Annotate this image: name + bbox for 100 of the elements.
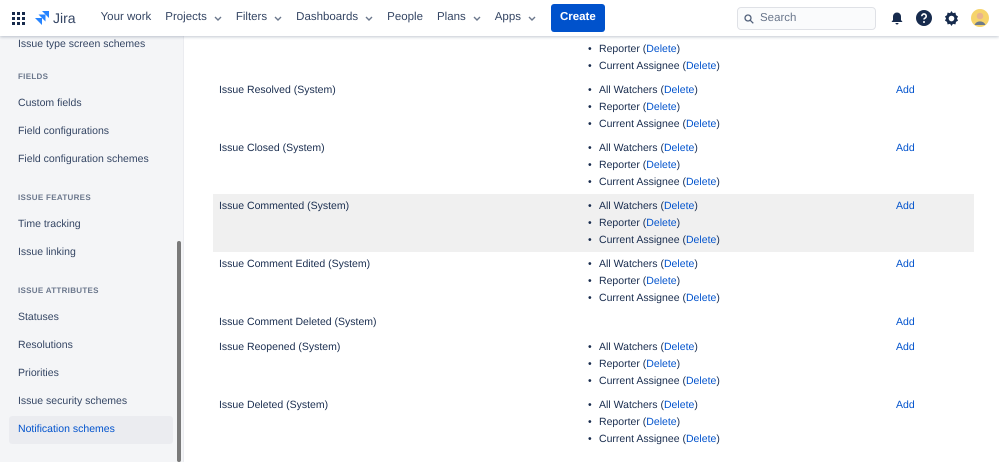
closing-parenthesis: ) xyxy=(694,340,698,355)
event-name: Issue Closed (System) xyxy=(219,142,325,154)
delete-link[interactable]: Delete xyxy=(646,215,677,232)
bullet: • xyxy=(588,340,593,355)
delete-link[interactable]: Delete xyxy=(686,431,716,448)
bullet: • xyxy=(588,141,593,156)
recipient-name: Current Assignee ( xyxy=(599,175,686,190)
bullet: • xyxy=(588,83,593,98)
recipient-name: All Watchers ( xyxy=(599,83,664,98)
delete-link[interactable]: Delete xyxy=(686,232,716,249)
add-link[interactable]: Add xyxy=(896,316,915,328)
product-name[interactable]: Jira xyxy=(53,8,76,28)
delete-link[interactable]: Delete xyxy=(646,157,677,174)
closing-parenthesis: ) xyxy=(676,216,680,231)
sidebar-item[interactable]: Time tracking xyxy=(9,211,173,239)
nav-menu-item[interactable]: Projects xyxy=(158,9,229,27)
add-link[interactable]: Add xyxy=(896,341,915,353)
delete-link[interactable]: Delete xyxy=(686,58,716,75)
bullet: • xyxy=(588,42,593,57)
recipient-name: Reporter ( xyxy=(599,415,646,430)
bullet: • xyxy=(588,274,593,289)
closing-parenthesis: ) xyxy=(694,141,698,156)
add-link[interactable]: Add xyxy=(896,142,915,154)
closing-parenthesis: ) xyxy=(676,357,680,372)
recipient-name: Reporter ( xyxy=(599,100,646,115)
delete-link[interactable]: Delete xyxy=(686,116,716,133)
recipient-name: Reporter ( xyxy=(599,274,646,289)
nav-menu-item[interactable]: Filters xyxy=(228,9,290,27)
delete-link[interactable]: Delete xyxy=(646,414,677,431)
delete-link[interactable]: Delete xyxy=(664,339,694,356)
nav-menu-item[interactable]: Dashboards xyxy=(289,9,380,27)
recipient-name: All Watchers ( xyxy=(599,141,664,156)
recipient-name: Reporter ( xyxy=(599,357,646,372)
sidebar-item[interactable]: Custom fields xyxy=(9,90,173,118)
recipient-name: Reporter ( xyxy=(599,158,646,173)
closing-parenthesis: ) xyxy=(676,42,680,57)
delete-link[interactable]: Delete xyxy=(664,140,694,157)
sidebar-item[interactable]: Field configurations xyxy=(9,118,173,146)
bullet: • xyxy=(588,59,593,74)
recipient-name: Current Assignee ( xyxy=(599,59,686,74)
nav-menu-item[interactable]: Your work xyxy=(94,9,158,27)
recipient-name: All Watchers ( xyxy=(599,340,664,355)
sidebar-item[interactable]: Issue type screen schemes xyxy=(9,37,173,53)
recipient-name: Current Assignee ( xyxy=(599,233,686,248)
delete-link[interactable]: Delete xyxy=(664,256,694,273)
bullet: • xyxy=(588,357,593,372)
bullet: • xyxy=(588,199,593,214)
recipient-name: All Watchers ( xyxy=(599,398,664,413)
bullet: • xyxy=(588,432,593,447)
closing-parenthesis: ) xyxy=(676,158,680,173)
bullet: • xyxy=(588,257,593,272)
create-button[interactable]: Create xyxy=(550,4,605,32)
sidebar-item[interactable]: Issue security schemes xyxy=(9,388,173,416)
delete-link[interactable]: Delete xyxy=(664,397,694,414)
event-name: Issue Reopened (System) xyxy=(219,341,340,353)
nav-menu-item[interactable]: Plans xyxy=(430,9,488,27)
add-link[interactable]: Add xyxy=(896,399,915,411)
recipient-name: Reporter ( xyxy=(599,42,646,57)
closing-parenthesis: ) xyxy=(694,83,698,98)
delete-link[interactable]: Delete xyxy=(686,174,716,191)
bullet: • xyxy=(588,291,593,306)
delete-link[interactable]: Delete xyxy=(664,82,694,99)
search-field[interactable]: Search xyxy=(737,6,876,30)
delete-link[interactable]: Delete xyxy=(646,41,677,58)
closing-parenthesis: ) xyxy=(716,233,720,248)
closing-parenthesis: ) xyxy=(676,274,680,289)
sidebar-item[interactable]: Statuses xyxy=(9,304,173,332)
event-name: Issue Deleted (System) xyxy=(219,399,328,411)
event-name: Issue Comment Edited (System) xyxy=(219,258,370,270)
sidebar-item[interactable]: Priorities xyxy=(9,360,173,388)
sidebar-item[interactable]: Notification schemes xyxy=(9,416,173,444)
delete-link[interactable]: Delete xyxy=(646,356,677,373)
bullet: • xyxy=(588,117,593,132)
closing-parenthesis: ) xyxy=(676,100,680,115)
add-link[interactable]: Add xyxy=(896,200,915,212)
sidebar-item[interactable]: Resolutions xyxy=(9,332,173,360)
nav-menu-item[interactable]: People xyxy=(380,9,430,27)
event-name: Issue Comment Deleted (System) xyxy=(219,316,377,328)
recipient-name: Reporter ( xyxy=(599,216,646,231)
delete-link[interactable]: Delete xyxy=(646,99,677,116)
delete-link[interactable]: Delete xyxy=(646,273,677,290)
delete-link[interactable]: Delete xyxy=(686,290,716,307)
closing-parenthesis: ) xyxy=(694,199,698,214)
add-link[interactable]: Add xyxy=(896,84,915,96)
event-name: Issue Resolved (System) xyxy=(219,84,336,96)
sidebar-item[interactable]: Issue linking xyxy=(9,239,173,267)
recipient-name: Current Assignee ( xyxy=(599,291,686,306)
delete-link[interactable]: Delete xyxy=(686,373,716,390)
closing-parenthesis: ) xyxy=(716,374,720,389)
closing-parenthesis: ) xyxy=(676,415,680,430)
bullet: • xyxy=(588,374,593,389)
recipient-name: All Watchers ( xyxy=(599,199,664,214)
add-link[interactable]: Add xyxy=(896,258,915,270)
sidebar-section-heading: ISSUE ATTRIBUTES xyxy=(17,285,100,297)
closing-parenthesis: ) xyxy=(716,432,720,447)
bullet: • xyxy=(588,175,593,190)
nav-menu-item[interactable]: Apps xyxy=(488,9,543,27)
delete-link[interactable]: Delete xyxy=(664,198,694,215)
sidebar-section-heading: ISSUE FEATURES xyxy=(17,192,92,204)
sidebar-item[interactable]: Field configuration schemes xyxy=(9,146,173,174)
